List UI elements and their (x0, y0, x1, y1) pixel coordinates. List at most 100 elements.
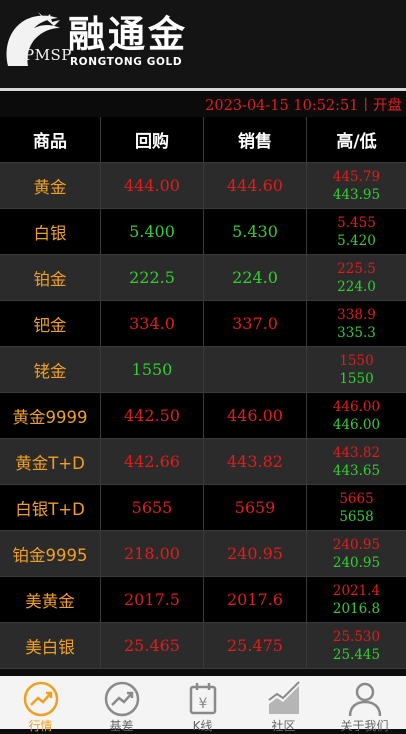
high-low-cell: 5665 5658 (307, 485, 406, 530)
calendar-yen-icon: ¥ (189, 683, 217, 715)
nav-item-about[interactable]: 关于我们 (324, 676, 405, 733)
market-timestamp: 2023-04-15 10:52:51丨开盘 (205, 98, 402, 114)
high-price: 2021.4 (332, 582, 381, 599)
buyback-price: 25.465 (101, 623, 204, 668)
high-price: 25.530 (332, 628, 381, 645)
product-name: 白银T+D (0, 485, 101, 530)
sell-price: 224.0 (204, 255, 307, 300)
buyback-price: 2017.5 (101, 577, 204, 622)
logo-text: PMSP (24, 46, 72, 64)
sell-price: 5.430 (204, 209, 307, 254)
table-row[interactable]: 铂金9995 218.00 240.95 240.95 240.95 (0, 531, 406, 577)
low-price: 5658 (339, 508, 374, 525)
product-name: 铑金 (0, 347, 101, 392)
product-name: 钯金 (0, 301, 101, 346)
bottom-nav: 行情 基差 ¥ K线 社区 关于我们 (0, 676, 406, 733)
buyback-price: 5.400 (101, 209, 204, 254)
product-name: 美黄金 (0, 577, 101, 622)
brand-name-en: RONGTONG GOLD (70, 56, 183, 68)
high-price: 5.455 (337, 214, 376, 231)
table-row[interactable]: 黄金T+D 442.66 443.82 443.82 443.65 (0, 439, 406, 485)
table-row[interactable]: 黄金9999 442.50 446.00 446.00 446.00 (0, 393, 406, 439)
low-price: 240.95 (332, 554, 381, 571)
table-row[interactable]: 白银T+D 5655 5659 5665 5658 (0, 485, 406, 531)
low-price: 443.95 (332, 186, 381, 203)
high-price: 1550 (339, 352, 374, 369)
low-price: 446.00 (332, 416, 381, 433)
high-price: 225.5 (337, 260, 376, 277)
high-low-cell: 25.530 25.445 (307, 623, 406, 668)
product-name: 黄金9999 (0, 393, 101, 438)
product-name: 白银 (0, 209, 101, 254)
sell-price: 443.82 (204, 439, 307, 484)
sell-price: 25.475 (204, 623, 307, 668)
high-price: 443.82 (332, 444, 381, 461)
high-price: 338.9 (337, 306, 376, 323)
nav-label-basis: 基差 (109, 719, 134, 733)
high-low-cell: 446.00 446.00 (307, 393, 406, 438)
header-sell: 销售 (204, 117, 307, 162)
table-row[interactable]: 铑金 1550 1550 1550 (0, 347, 406, 393)
high-low-cell: 225.5 224.0 (307, 255, 406, 300)
table-row[interactable]: 美黄金 2017.5 2017.6 2021.4 2016.8 (0, 577, 406, 623)
buyback-price: 334.0 (101, 301, 204, 346)
sell-price: 337.0 (204, 301, 307, 346)
high-price: 240.95 (332, 536, 381, 553)
table-row[interactable]: 美白银 25.465 25.475 25.530 25.445 (0, 623, 406, 669)
sell-price: 5659 (204, 485, 307, 530)
high-price: 5665 (339, 490, 374, 507)
low-price: 5.420 (337, 232, 376, 249)
trend-circle-icon (104, 681, 140, 717)
high-low-cell: 338.9 335.3 (307, 301, 406, 346)
buyback-price: 1550 (101, 347, 204, 392)
high-low-cell: 1550 1550 (307, 347, 406, 392)
product-name: 铂金9995 (0, 531, 101, 576)
sell-price: 444.60 (204, 163, 307, 208)
sell-price (204, 347, 307, 392)
brand-name-cn: 融通金 (68, 13, 188, 56)
sell-price: 2017.6 (204, 577, 307, 622)
price-table: 商品 回购 销售 高/低 黄金 444.00 444.60 445.79 443.95 白… (0, 117, 406, 669)
status-bar: 2023-04-15 10:52:51丨开盘 (0, 91, 406, 117)
buyback-price: 444.00 (101, 163, 204, 208)
buyback-price: 442.66 (101, 439, 204, 484)
table-row[interactable]: 铂金 222.5 224.0 225.5 224.0 (0, 255, 406, 301)
high-price: 445.79 (332, 168, 381, 185)
high-low-cell: 240.95 240.95 (307, 531, 406, 576)
nav-label-kline: K线 (192, 719, 213, 733)
high-low-cell: 445.79 443.95 (307, 163, 406, 208)
buyback-price: 222.5 (101, 255, 204, 300)
table-row[interactable]: 黄金 444.00 444.60 445.79 443.95 (0, 163, 406, 209)
trend-circle-icon (23, 681, 59, 717)
app-header: PMSP 融通金 RONGTONG GOLD (0, 0, 406, 88)
table-row[interactable]: 钯金 334.0 337.0 338.9 335.3 (0, 301, 406, 347)
product-name: 铂金 (0, 255, 101, 300)
high-low-cell: 5.455 5.420 (307, 209, 406, 254)
nav-item-kline[interactable]: ¥ K线 (162, 676, 243, 733)
high-price: 446.00 (332, 398, 381, 415)
buyback-price: 5655 (101, 485, 204, 530)
low-price: 335.3 (337, 324, 376, 341)
user-icon (348, 682, 382, 717)
nav-item-community[interactable]: 社区 (243, 676, 324, 733)
product-name: 黄金 (0, 163, 101, 208)
high-low-cell: 2021.4 2016.8 (307, 577, 406, 622)
high-low-cell: 443.82 443.65 (307, 439, 406, 484)
sell-price: 446.00 (204, 393, 307, 438)
low-price: 1550 (339, 370, 374, 387)
header-product: 商品 (0, 117, 101, 162)
buyback-price: 218.00 (101, 531, 204, 576)
sell-price: 240.95 (204, 531, 307, 576)
low-price: 224.0 (337, 278, 376, 295)
nav-label-about: 关于我们 (340, 719, 389, 733)
header-high-low: 高/低 (336, 132, 377, 152)
table-row[interactable]: 白银 5.400 5.430 5.455 5.420 (0, 209, 406, 255)
nav-label-quotes: 行情 (28, 719, 53, 733)
buyback-price: 442.50 (101, 393, 204, 438)
low-price: 443.65 (332, 462, 381, 479)
nav-item-quotes[interactable]: 行情 (0, 676, 81, 733)
low-price: 2016.8 (332, 600, 381, 617)
nav-item-basis[interactable]: 基差 (81, 676, 162, 733)
table-header-row: 商品 回购 销售 高/低 (0, 117, 406, 163)
product-name: 美白银 (0, 623, 101, 668)
